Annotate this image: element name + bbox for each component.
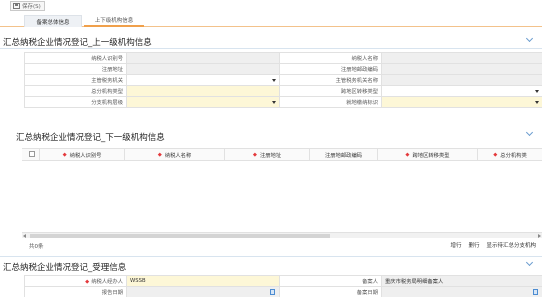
chevron-down-icon: [535, 101, 539, 104]
divider: [0, 256, 542, 257]
form-row: 总分机构类型 跨地区转移类型: [24, 85, 542, 97]
delete-row-button[interactable]: 删行: [468, 241, 479, 249]
scroll-thumb[interactable]: [30, 234, 330, 238]
table-actions: 增行 删行 显示待汇总分支机构: [450, 241, 536, 249]
local-pay-select[interactable]: [381, 96, 542, 108]
chevron-down-icon: [272, 79, 276, 82]
transfer-type-select[interactable]: [381, 85, 542, 97]
show-summary-button[interactable]: 显示待汇总分支机构: [486, 241, 536, 249]
tax-authority-select[interactable]: [126, 74, 280, 86]
form-row: 分支机构层级 就地缴纳标识: [24, 96, 542, 108]
upper-section-title: 汇总纳税企业情况登记_上一级机构信息: [3, 38, 152, 48]
tax-authority-name-label: 主管税务机关名称: [279, 74, 382, 86]
row-count: 共0条: [29, 244, 44, 250]
branch-level-select[interactable]: [126, 96, 280, 108]
reg-address-field: [126, 63, 280, 75]
report-date-field[interactable]: [126, 286, 280, 297]
tax-authority-name-field: [381, 74, 542, 86]
taxpayer-name-field: [381, 52, 542, 64]
form-row: 注册地址 注册地邮政编码: [24, 63, 542, 75]
branch-level-label: 分支机构层级: [24, 96, 127, 108]
postcode-label: 注册地邮政编码: [279, 63, 382, 75]
select-all-checkbox[interactable]: [29, 151, 35, 157]
save-label: 保存(S): [22, 4, 41, 10]
lower-section-title: 汇总纳税企业情况登记_下一级机构信息: [16, 133, 165, 143]
scroll-right-icon[interactable]: [538, 234, 541, 238]
form-row: 纳税人识别号 纳税人名称: [24, 52, 542, 64]
toolbar: 保存(S): [0, 0, 542, 13]
chevron-down-icon[interactable]: [525, 128, 534, 137]
taxpayer-id-field: [126, 52, 280, 64]
scroll-left-icon[interactable]: [23, 234, 26, 238]
col-transfer-type[interactable]: ◆ 跨地区转移类型: [378, 149, 478, 161]
tab-bar: 备案总体信息 上下级机构信息: [0, 15, 542, 27]
filer-field: 重庆市税务局明细备案人: [381, 275, 542, 287]
form-row: 报告日期 备案日期: [24, 286, 542, 297]
table-header: ◆ 纳税人识别号 ◆ 纳税人名称 ◆ 注册地址 注册地邮政编码 ◆ 跨地区转移类型 ◆ 总…: [22, 149, 542, 161]
org-type-select[interactable]: [126, 85, 280, 97]
upper-org-form: 纳税人识别号 纳税人名称 注册地址 注册地邮政编码 主管税务机关 主管税务机关名…: [24, 52, 542, 108]
tab-upper-lower-org-info[interactable]: 上下级机构信息: [84, 15, 144, 27]
calendar-icon[interactable]: [270, 289, 275, 295]
taxpayer-id-label: 纳税人识别号: [24, 52, 127, 64]
lower-org-table: ◆ 纳税人识别号 ◆ 纳税人名称 ◆ 注册地址 注册地邮政编码 ◆ 跨地区转移类型 ◆ 总…: [22, 148, 542, 238]
handler-field[interactable]: WSSB: [126, 275, 280, 287]
chevron-down-icon: [272, 101, 276, 104]
chevron-down-icon[interactable]: [525, 34, 534, 43]
divider: [0, 48, 542, 49]
save-icon: [13, 3, 20, 9]
accept-info-form: ◆ 纳税人经办人 WSSB 备案人 重庆市税务局明细备案人 报告日期 备案日期: [24, 275, 542, 297]
accept-section-title: 汇总纳税企业情况登记_受理信息: [3, 263, 127, 273]
reg-address-label: 注册地址: [24, 63, 127, 75]
tab-overall-info[interactable]: 备案总体信息: [24, 15, 82, 27]
col-taxpayer-name[interactable]: ◆ 纳税人名称: [125, 149, 225, 161]
add-row-button[interactable]: 增行: [450, 241, 461, 249]
postcode-field: [381, 63, 542, 75]
chevron-down-icon[interactable]: [525, 258, 534, 267]
filer-label: 备案人: [279, 275, 382, 287]
filing-date-label: 备案日期: [279, 286, 382, 297]
form-row: ◆ 纳税人经办人 WSSB 备案人 重庆市税务局明细备案人: [24, 275, 542, 287]
filing-date-field[interactable]: [381, 286, 542, 297]
report-date-label: 报告日期: [24, 286, 127, 297]
col-reg-address[interactable]: ◆ 注册地址: [225, 149, 310, 161]
chevron-down-icon: [535, 90, 539, 93]
handler-label: ◆ 纳税人经办人: [24, 275, 127, 287]
form-row: 主管税务机关 主管税务机关名称: [24, 74, 542, 86]
col-taxpayer-id[interactable]: ◆ 纳税人识别号: [40, 149, 125, 161]
tax-authority-label: 主管税务机关: [24, 74, 127, 86]
col-postcode[interactable]: 注册地邮政编码: [310, 149, 378, 161]
transfer-type-label: 跨地区转移类型: [279, 85, 382, 97]
local-pay-label: 就地缴纳标识: [279, 96, 382, 108]
col-org-type[interactable]: ◆ 总分机构类: [478, 149, 542, 161]
horizontal-scrollbar[interactable]: [22, 232, 542, 238]
save-button[interactable]: 保存(S): [10, 1, 45, 11]
calendar-icon[interactable]: [533, 289, 538, 295]
org-type-label: 总分机构类型: [24, 85, 127, 97]
taxpayer-name-label: 纳税人名称: [279, 52, 382, 64]
